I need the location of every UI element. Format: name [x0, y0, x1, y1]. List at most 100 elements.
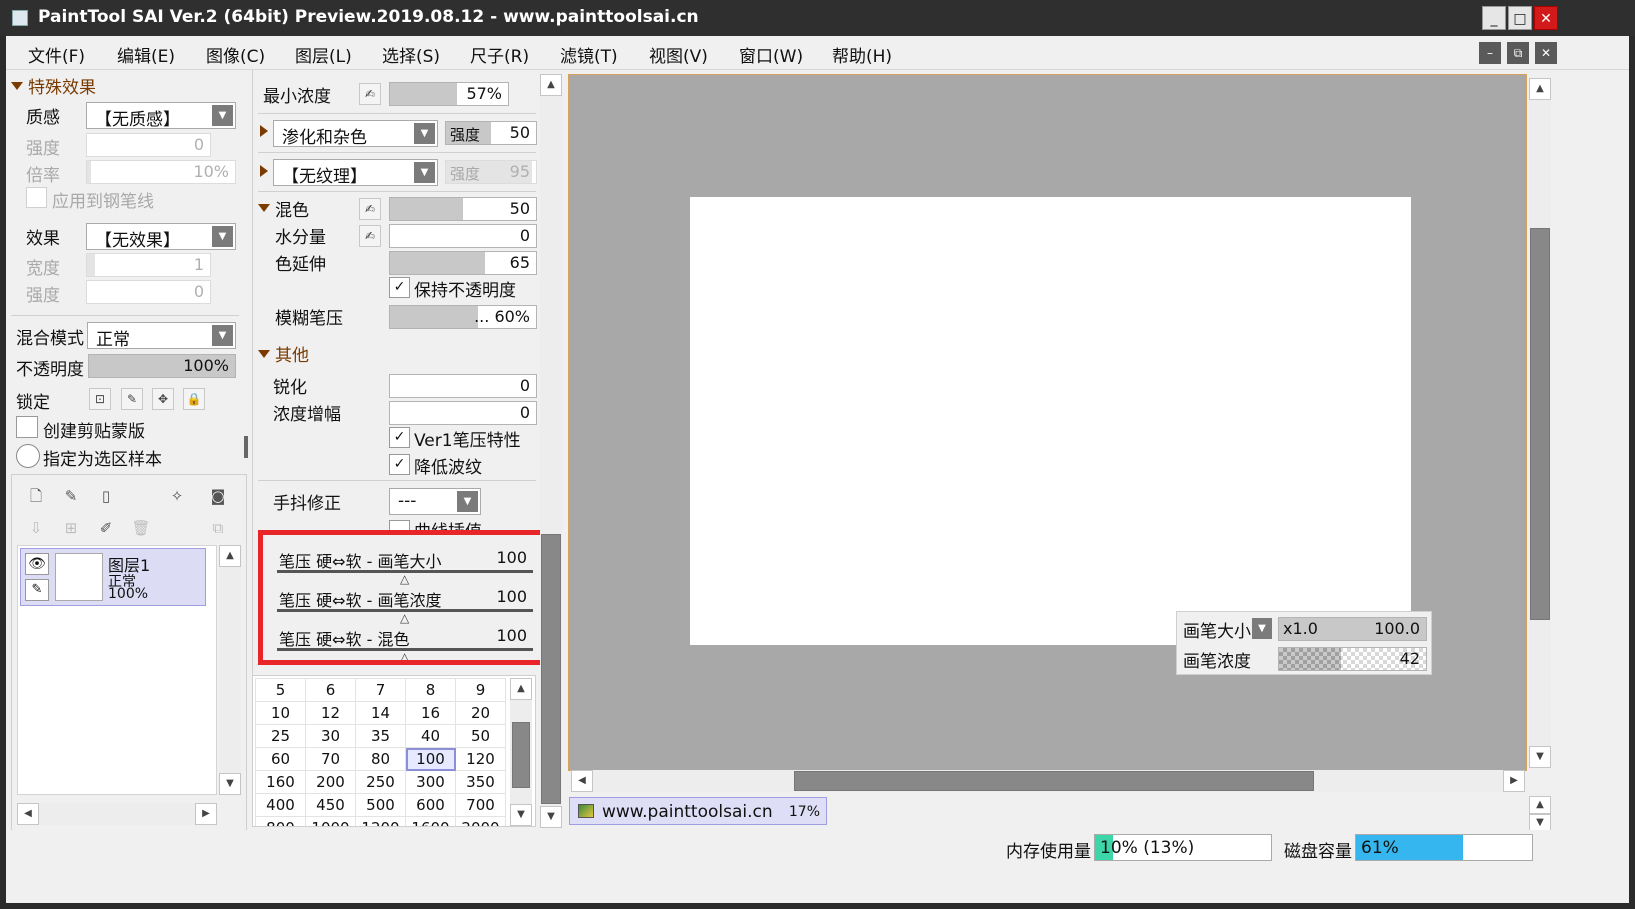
mdi-minimize-button[interactable]: – [1479, 42, 1501, 64]
lock-paint-icon[interactable]: ✎ [121, 388, 143, 410]
texture-select[interactable]: 【无质感】 ▼ [86, 102, 236, 129]
size-preset-cell[interactable]: 700 [455, 793, 506, 817]
min-density-slider[interactable]: 57% [389, 82, 509, 106]
size-preset-cell[interactable]: 40 [405, 724, 456, 748]
layer-scrollbar[interactable]: ▲ ▼ [219, 545, 241, 795]
size-preset-cell[interactable]: 7 [355, 678, 406, 702]
layer-item[interactable]: 👁 ✎ 图层1 正常 100% [20, 548, 206, 606]
size-preset-cell[interactable]: 12 [305, 701, 356, 725]
size-preset-cell[interactable]: 6 [305, 678, 356, 702]
expand-texture-icon[interactable] [260, 165, 268, 177]
canvas-hscrollbar[interactable]: ◀ ▶ [571, 770, 1525, 792]
bleed-select[interactable]: 渗化和杂色 ▼ [273, 120, 438, 147]
opacity-slider[interactable]: 100% [88, 354, 236, 378]
scroll-thumb[interactable] [1530, 228, 1550, 620]
size-preset-cell[interactable]: 400 [255, 793, 306, 817]
mdi-restore-button[interactable]: ⧉ [1507, 42, 1529, 64]
menu-help[interactable]: 帮助(H) [832, 42, 892, 67]
canvas-viewport[interactable]: 画笔大小 ▼ x1.0 100.0 画笔浓度 42 [568, 74, 1527, 771]
size-preset-cell[interactable]: 20 [455, 701, 506, 725]
size-preset-cell[interactable]: 14 [355, 701, 406, 725]
water-slider[interactable]: 0 [389, 224, 537, 248]
menu-window[interactable]: 窗口(W) [739, 42, 803, 67]
lock-all-icon[interactable]: 🔒 [183, 388, 205, 410]
layer-hscrollbar[interactable]: ◀ ▶ [17, 803, 217, 825]
tab-scrollbar[interactable]: ▲ ▼ [1529, 796, 1551, 832]
scroll-up-icon[interactable]: ▲ [1529, 78, 1551, 100]
menu-edit[interactable]: 编辑(E) [117, 42, 175, 67]
apply-mask-icon[interactable]: ⧉ [207, 517, 229, 539]
menu-filter[interactable]: 滤镜(T) [560, 42, 618, 67]
mdi-close-button[interactable]: ✕ [1535, 42, 1557, 64]
size-preset-cell[interactable]: 600 [405, 793, 456, 817]
size-preset-cell[interactable]: 10 [255, 701, 306, 725]
scroll-thumb[interactable] [541, 534, 561, 804]
blend-slider[interactable]: 50 [389, 197, 537, 221]
pressure-toggle-icon[interactable]: ✍ [359, 198, 381, 220]
menu-view[interactable]: 视图(V) [649, 42, 708, 67]
lock-transparency-icon[interactable]: ⊡ [89, 388, 111, 410]
canvas-vscrollbar[interactable]: ▲ ▼ [1529, 78, 1551, 768]
panel-splitter[interactable] [244, 436, 248, 458]
sharpen-field[interactable]: 0 [389, 374, 537, 398]
scroll-thumb[interactable] [512, 722, 530, 788]
size-preset-cell[interactable]: 30 [305, 724, 356, 748]
bleed-strength-slider[interactable]: 强度 50 [445, 121, 537, 145]
size-preset-cell[interactable]: 300 [405, 770, 456, 794]
close-button[interactable]: ✕ [1534, 6, 1558, 30]
texture-strength-slider[interactable]: 强度 95 [445, 160, 537, 184]
collapse-effects-icon[interactable] [11, 82, 23, 90]
size-preset-cell[interactable]: 1000 [305, 816, 356, 826]
layer-pencil-icon[interactable]: ✎ [25, 579, 49, 601]
size-preset-cell[interactable]: 1200 [355, 816, 406, 826]
size-preset-cell[interactable]: 1600 [405, 816, 456, 826]
size-preset-cell[interactable]: 500 [355, 793, 406, 817]
menu-file[interactable]: 文件(F) [28, 42, 85, 67]
scroll-right-icon[interactable]: ▶ [195, 803, 217, 825]
merge-down-icon[interactable]: ⊞ [60, 517, 82, 539]
new-layer-icon[interactable]: 🗋 [25, 485, 47, 507]
expand-bleed-icon[interactable] [260, 125, 268, 137]
clip-mask-checkbox[interactable] [16, 416, 38, 438]
size-preset-cell[interactable]: 70 [305, 747, 356, 771]
size-preset-cell[interactable]: 160 [255, 770, 306, 794]
size-preset-cell[interactable]: 350 [455, 770, 506, 794]
size-grid-scrollbar[interactable]: ▲ ▼ [510, 678, 532, 826]
scroll-down-icon[interactable]: ▼ [510, 804, 532, 826]
brush-panel-scrollbar[interactable]: ▲ ▼ [540, 74, 562, 828]
scroll-left-icon[interactable]: ◀ [17, 803, 39, 825]
scroll-down-icon[interactable]: ▼ [1529, 746, 1551, 768]
document-tab[interactable]: www.painttoolsai.cn 17% [569, 797, 827, 825]
size-preset-cell[interactable]: 60 [255, 747, 306, 771]
scroll-up-icon[interactable]: ▲ [510, 678, 532, 700]
scroll-left-icon[interactable]: ◀ [571, 770, 593, 792]
adjust-icon[interactable]: ✧ [166, 485, 188, 507]
scroll-thumb[interactable] [794, 771, 1314, 791]
maximize-button[interactable]: □ [1508, 6, 1532, 30]
pressure-toggle-icon[interactable]: ✍ [359, 225, 381, 247]
other-header[interactable]: 其他 [275, 341, 309, 366]
size-preset-cell[interactable]: 8 [405, 678, 456, 702]
scroll-up-icon[interactable]: ▲ [540, 74, 562, 96]
delete-layer-icon[interactable]: 🗑 [130, 517, 152, 539]
ver1-pressure-checkbox[interactable]: ✓ [389, 427, 410, 448]
strength2-field[interactable]: 0 [86, 280, 211, 304]
size-preset-cell[interactable]: 450 [305, 793, 356, 817]
size-preset-cell[interactable]: 800 [255, 816, 306, 826]
strength-field[interactable]: 0 [86, 133, 211, 157]
selection-source-radio[interactable] [16, 444, 40, 468]
effects-header[interactable]: 特殊效果 [28, 73, 96, 98]
apply-to-pen-checkbox[interactable] [26, 187, 47, 208]
pressure-toggle-icon[interactable]: ✍ [359, 83, 381, 105]
minimize-button[interactable]: _ [1482, 6, 1506, 30]
size-preset-cell[interactable]: 120 [455, 747, 506, 771]
width-field[interactable]: 1 [86, 253, 211, 277]
size-preset-cell[interactable]: 200 [305, 770, 356, 794]
new-folder-icon[interactable]: ▯ [95, 485, 117, 507]
stabilizer-select[interactable]: --- ▼ [389, 488, 481, 515]
overlay-size-slider[interactable]: x1.0 100.0 [1278, 617, 1427, 641]
density-gain-field[interactable]: 0 [389, 401, 537, 425]
scroll-up-icon[interactable]: ▲ [219, 545, 241, 567]
blur-pressure-slider[interactable]: ... 60% [389, 305, 537, 329]
menu-ruler[interactable]: 尺子(R) [470, 42, 529, 67]
